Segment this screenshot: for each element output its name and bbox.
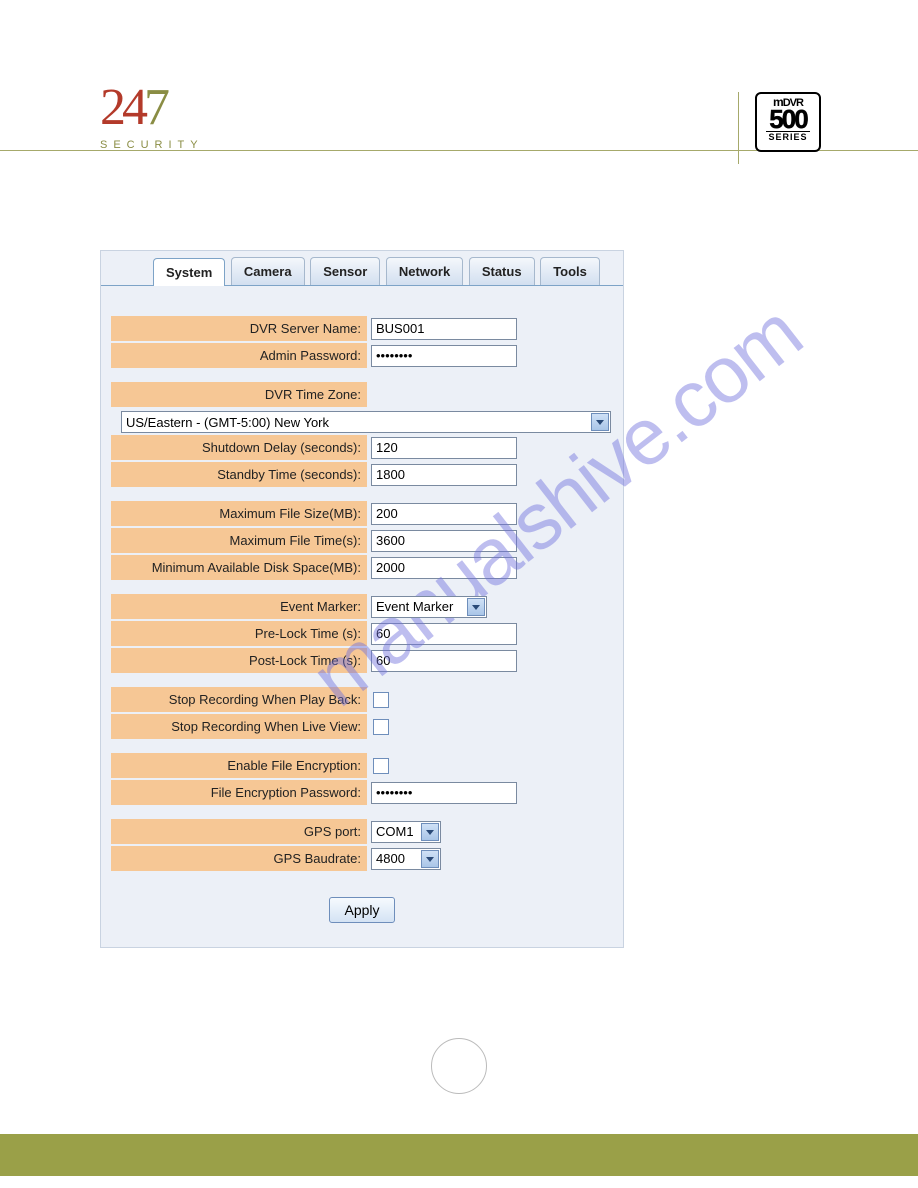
label-event-marker: Event Marker: [111,594,367,619]
label-pre-lock: Pre-Lock Time (s): [111,621,367,646]
select-event-marker[interactable]: Event Marker [371,596,487,618]
checkbox-stop-playback[interactable] [373,692,389,708]
label-max-file-time: Maximum File Time(s): [111,528,367,553]
input-max-file-size[interactable] [371,503,517,525]
label-standby-time: Standby Time (seconds): [111,462,367,487]
label-max-file-size: Maximum File Size(MB): [111,501,367,526]
input-pre-lock[interactable] [371,623,517,645]
tabstrip: System Camera Sensor Network Status Tool… [101,251,623,286]
input-min-disk-space[interactable] [371,557,517,579]
apply-button[interactable]: Apply [329,897,394,923]
input-dvr-server-name[interactable] [371,318,517,340]
tab-system[interactable]: System [153,258,225,286]
input-shutdown-delay[interactable] [371,437,517,459]
label-enable-encryption: Enable File Encryption: [111,753,367,778]
page-number-circle [431,1038,487,1094]
select-gps-port[interactable]: COM1 [371,821,441,843]
label-min-disk-space: Minimum Available Disk Space(MB): [111,555,367,580]
tab-status[interactable]: Status [469,257,535,285]
tab-camera[interactable]: Camera [231,257,305,285]
label-stop-liveview: Stop Recording When Live View: [111,714,367,739]
label-admin-password: Admin Password: [111,343,367,368]
brand-logo-mdvr: mDVR 500 SERIES [738,92,828,164]
input-admin-password[interactable] [371,345,517,367]
label-gps-baud: GPS Baudrate: [111,846,367,871]
brand-24: 24 [100,79,144,136]
label-post-lock: Post-Lock Time (s): [111,648,367,673]
checkbox-stop-liveview[interactable] [373,719,389,735]
page-header: 247 SECURITY mDVR 500 SERIES [0,0,918,180]
settings-panel: System Camera Sensor Network Status Tool… [100,250,624,948]
select-gps-baud[interactable]: 4800 [371,848,441,870]
tab-network[interactable]: Network [386,257,463,285]
tab-tools[interactable]: Tools [540,257,600,285]
tab-sensor[interactable]: Sensor [310,257,380,285]
label-gps-port: GPS port: [111,819,367,844]
input-encryption-password[interactable] [371,782,517,804]
select-time-zone[interactable]: US/Eastern - (GMT-5:00) New York [121,411,611,433]
brand-subtitle: SECURITY [100,140,204,151]
label-encryption-password: File Encryption Password: [111,780,367,805]
brand-7: 7 [144,79,170,136]
checkbox-enable-encryption[interactable] [373,758,389,774]
brand-logo-247: 247 SECURITY [100,82,204,151]
footer-bar [0,1134,918,1176]
label-stop-playback: Stop Recording When Play Back: [111,687,367,712]
label-dvr-server-name: DVR Server Name: [111,316,367,341]
input-max-file-time[interactable] [371,530,517,552]
input-post-lock[interactable] [371,650,517,672]
input-standby-time[interactable] [371,464,517,486]
label-shutdown-delay: Shutdown Delay (seconds): [111,435,367,460]
mdvr-badge: mDVR 500 SERIES [755,92,821,152]
form-area: DVR Server Name: Admin Password: DVR Tim… [101,286,623,923]
label-dvr-time-zone: DVR Time Zone: [111,382,367,407]
